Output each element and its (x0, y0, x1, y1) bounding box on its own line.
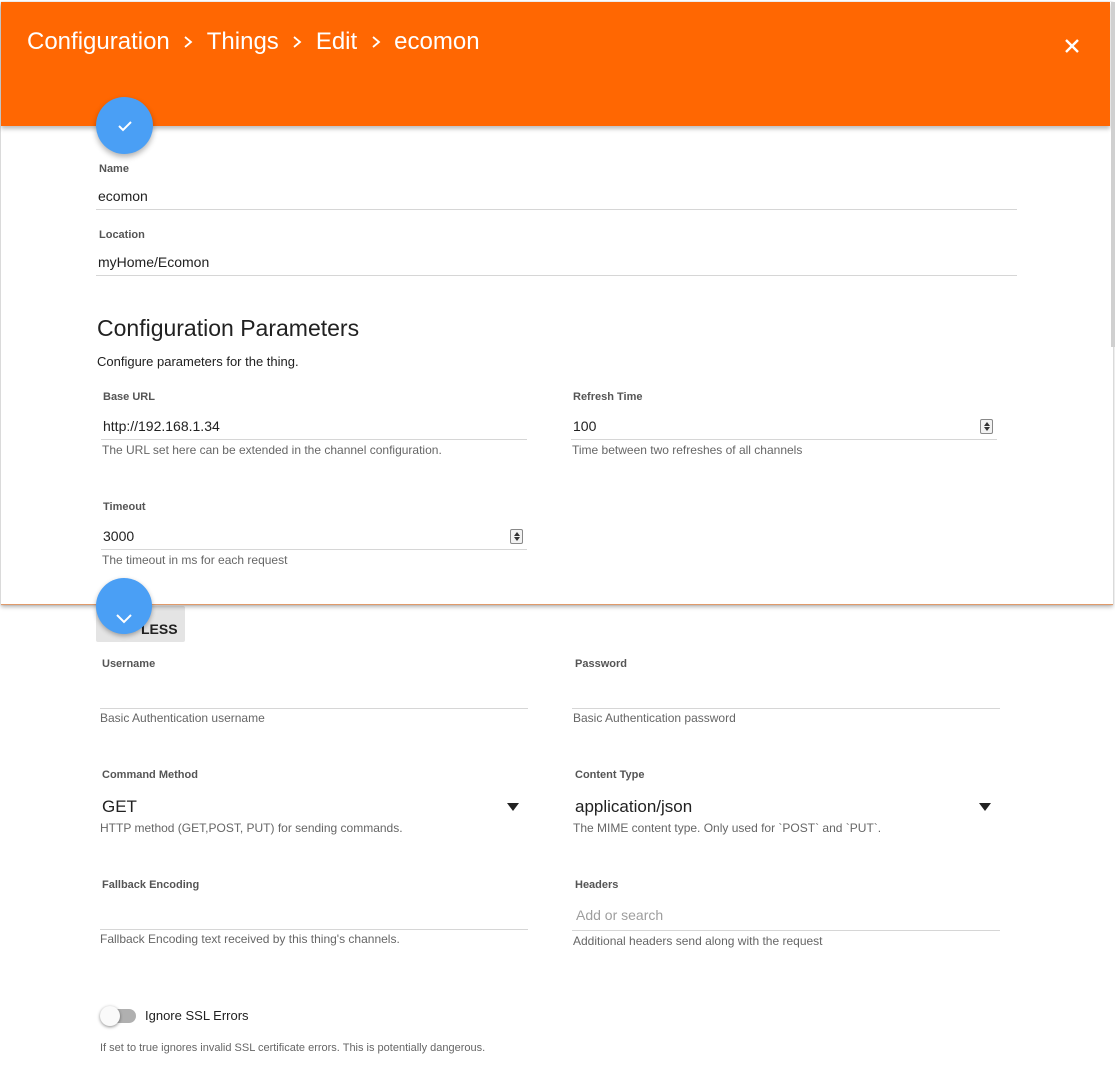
location-underline (96, 275, 1017, 276)
content-type-hint: The MIME content type. Only used for `PO… (573, 821, 882, 835)
timeout-input[interactable]: 3000 (103, 528, 134, 544)
ignore-ssl-toggle[interactable] (100, 1006, 136, 1026)
breadcrumb-edit[interactable]: Edit (316, 28, 357, 56)
dialog-header: Configuration Things Edit ecomon (1, 2, 1110, 126)
edit-thing-dialog: Configuration Things Edit ecomon Name ec… (1, 2, 1115, 605)
base-url-underline (101, 439, 527, 440)
chevron-right-icon (279, 35, 316, 49)
check-icon (117, 120, 132, 131)
base-url-input[interactable]: http://192.168.1.34 (103, 418, 220, 434)
refresh-time-stepper[interactable] (980, 419, 993, 434)
chevron-right-icon (357, 35, 394, 49)
close-icon (1065, 39, 1079, 53)
stepper-down-icon[interactable] (984, 427, 990, 431)
headers-hint: Additional headers send along with the r… (573, 934, 823, 948)
stepper-up-icon[interactable] (984, 422, 990, 426)
refresh-time-hint: Time between two refreshes of all channe… (572, 443, 803, 457)
username-label: Username (102, 658, 156, 670)
content-type-label: Content Type (575, 769, 645, 781)
ignore-ssl-label: Ignore SSL Errors (145, 1008, 249, 1023)
location-input[interactable]: myHome/Ecomon (98, 254, 209, 270)
timeout-label: Timeout (103, 501, 146, 513)
breadcrumb-things[interactable]: Things (207, 28, 279, 56)
refresh-time-label: Refresh Time (573, 391, 643, 403)
username-underline (100, 708, 528, 709)
password-label: Password (575, 658, 627, 670)
timeout-hint: The timeout in ms for each request (102, 553, 288, 567)
stepper-down-icon[interactable] (514, 537, 520, 541)
close-button[interactable] (1058, 32, 1086, 60)
toggle-knob (100, 1006, 120, 1026)
dropdown-arrow-icon[interactable] (979, 803, 991, 811)
command-method-hint: HTTP method (GET,POST, PUT) for sending … (100, 821, 403, 835)
stepper-up-icon[interactable] (514, 532, 520, 536)
scrollbar[interactable] (1111, 2, 1115, 347)
refresh-time-input[interactable]: 100 (573, 418, 596, 434)
name-underline (96, 209, 1017, 210)
chevron-right-icon (170, 35, 207, 49)
timeout-underline (101, 549, 527, 550)
breadcrumb-thing-name: ecomon (394, 28, 480, 55)
dropdown-arrow-icon[interactable] (507, 803, 519, 811)
fallback-encoding-label: Fallback Encoding (102, 879, 200, 891)
timeout-stepper[interactable] (510, 529, 523, 544)
headers-underline (572, 930, 1000, 931)
name-input[interactable]: ecomon (98, 188, 148, 204)
ignore-ssl-hint: If set to true ignores invalid SSL certi… (100, 1042, 486, 1054)
fallback-encoding-hint: Fallback Encoding text received by this … (100, 932, 400, 946)
section-title: Configuration Parameters (97, 315, 360, 341)
breadcrumb: Configuration Things Edit ecomon (27, 28, 480, 56)
name-label: Name (99, 163, 129, 175)
password-hint: Basic Authentication password (573, 711, 736, 725)
breadcrumb-configuration[interactable]: Configuration (27, 28, 170, 56)
headers-label: Headers (575, 879, 619, 891)
password-underline (572, 708, 1000, 709)
command-method-label: Command Method (102, 769, 198, 781)
username-hint: Basic Authentication username (100, 711, 265, 725)
content-type-value[interactable]: application/json (575, 797, 692, 817)
check-icon (116, 614, 132, 624)
fallback-encoding-underline (100, 929, 528, 930)
command-method-value[interactable]: GET (102, 797, 137, 817)
headers-search-input[interactable]: Add or search (576, 907, 663, 923)
save-button[interactable] (96, 97, 153, 154)
section-subtitle: Configure parameters for the thing. (97, 354, 299, 369)
location-label: Location (99, 229, 145, 241)
background-save-button[interactable] (96, 578, 152, 634)
refresh-time-underline (571, 439, 997, 440)
base-url-hint: The URL set here can be extended in the … (102, 443, 442, 457)
base-url-label: Base URL (103, 391, 155, 403)
